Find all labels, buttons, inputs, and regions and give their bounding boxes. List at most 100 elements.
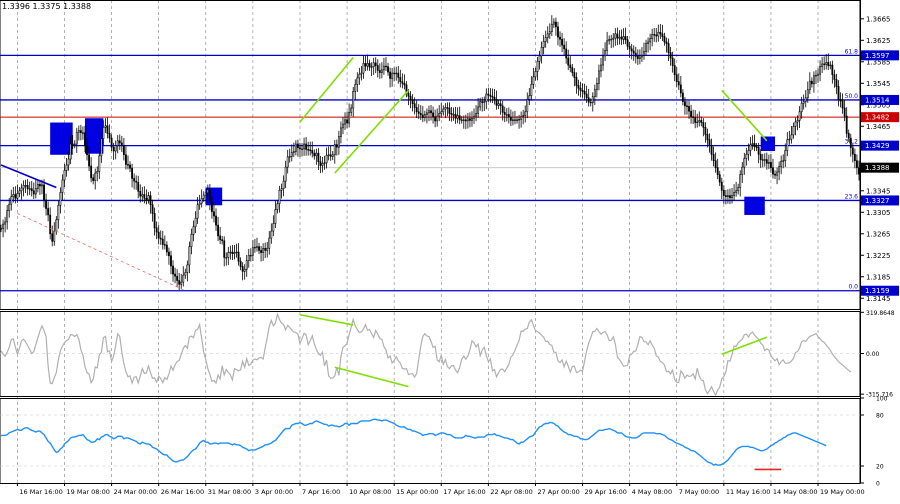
candle-body bbox=[16, 193, 19, 199]
candle-body bbox=[675, 74, 678, 82]
candle-body bbox=[180, 281, 183, 285]
candle-body bbox=[438, 113, 441, 117]
candle-body bbox=[354, 84, 357, 92]
fib-level-percent: 0.0 bbox=[848, 284, 858, 291]
candle-body bbox=[481, 101, 484, 103]
candle-body bbox=[383, 65, 385, 71]
candle-body bbox=[800, 102, 803, 113]
candle-body bbox=[528, 95, 531, 100]
candle-body bbox=[475, 113, 477, 117]
candle-body bbox=[636, 56, 639, 59]
candle-body bbox=[258, 246, 260, 251]
price-tick-label: 1.3225 bbox=[866, 252, 891, 260]
candle-body bbox=[751, 143, 754, 145]
candle-body bbox=[385, 65, 387, 68]
candle-body bbox=[450, 113, 453, 115]
candle-body bbox=[8, 203, 11, 211]
highlight-box[interactable] bbox=[744, 196, 765, 215]
candle-body bbox=[299, 147, 301, 150]
candle-body bbox=[151, 204, 154, 214]
time-tick-label: 31 Mar 08:00 bbox=[208, 488, 251, 496]
candle-body bbox=[593, 89, 596, 98]
candle-body bbox=[550, 23, 553, 33]
candle-body bbox=[290, 152, 293, 157]
candle-body bbox=[407, 93, 410, 97]
candle-body bbox=[303, 143, 305, 150]
candle-body bbox=[671, 57, 674, 66]
price-tick-label: 1.3665 bbox=[866, 15, 891, 23]
candle-body bbox=[544, 37, 547, 42]
candle-body bbox=[622, 36, 625, 40]
candle-body bbox=[645, 43, 647, 52]
candle-body bbox=[514, 119, 516, 121]
candle-body bbox=[774, 173, 776, 176]
candle-body bbox=[6, 210, 9, 223]
candle-body bbox=[600, 64, 602, 72]
candle-body bbox=[759, 153, 762, 160]
candle-body bbox=[100, 138, 103, 157]
candle-body bbox=[426, 112, 428, 115]
candle-body bbox=[837, 86, 840, 100]
price-tick-label: 1.3545 bbox=[866, 80, 891, 88]
candle-body bbox=[493, 96, 496, 100]
candle-body bbox=[372, 62, 375, 67]
candle-body bbox=[542, 41, 545, 48]
candle-body bbox=[307, 149, 310, 151]
candle-body bbox=[735, 190, 738, 193]
candle-body bbox=[139, 191, 142, 197]
candle-body bbox=[507, 114, 510, 118]
time-tick-label: 4 May 08:00 bbox=[632, 488, 672, 496]
highlight-box[interactable] bbox=[760, 136, 776, 152]
candle-body bbox=[352, 91, 355, 109]
candle-body bbox=[512, 119, 514, 121]
candle-body bbox=[77, 130, 80, 133]
candle-body bbox=[235, 251, 238, 254]
candle-body bbox=[720, 181, 723, 191]
candle-body bbox=[219, 235, 222, 240]
candle-body bbox=[460, 119, 463, 121]
fib-price-label: 1.3429 bbox=[865, 142, 890, 150]
candle-body bbox=[51, 233, 54, 242]
candle-body bbox=[18, 190, 21, 194]
candle-body bbox=[749, 144, 752, 151]
candle-body bbox=[776, 171, 778, 176]
fib-level-percent: 61.8 bbox=[845, 48, 859, 55]
time-tick-label: 22 Apr 08:00 bbox=[490, 488, 532, 496]
candle-body bbox=[464, 119, 467, 122]
candle-body bbox=[563, 44, 566, 50]
candle-body bbox=[417, 111, 420, 114]
candle-body bbox=[129, 164, 131, 169]
candle-body bbox=[82, 132, 84, 134]
candle-body bbox=[63, 170, 66, 181]
candle-body bbox=[260, 250, 262, 253]
candle-body bbox=[598, 70, 600, 84]
candle-body bbox=[36, 184, 39, 189]
candle-body bbox=[673, 65, 676, 75]
candle-body bbox=[690, 110, 692, 117]
candle-body bbox=[317, 152, 320, 163]
candle-body bbox=[684, 101, 686, 107]
chart-canvas[interactable]: 61.850.038.223.60.0 1.36651.36251.35851.… bbox=[0, 0, 900, 500]
candle-body bbox=[669, 52, 672, 59]
highlight-box[interactable] bbox=[50, 122, 73, 155]
candle-body bbox=[401, 81, 404, 84]
candle-body bbox=[86, 145, 88, 156]
candle-body bbox=[722, 189, 725, 196]
candle-body bbox=[745, 153, 748, 159]
candle-body bbox=[839, 99, 842, 102]
candle-body bbox=[297, 143, 299, 149]
candle-body bbox=[358, 73, 361, 79]
candle-body bbox=[536, 60, 539, 72]
candle-body bbox=[538, 55, 541, 62]
candle-body bbox=[178, 280, 181, 285]
candle-body bbox=[573, 72, 576, 78]
candle-body bbox=[344, 119, 346, 125]
time-tick-label: 24 Mar 00:00 bbox=[114, 488, 157, 496]
candle-body bbox=[327, 154, 330, 156]
time-tick-label: 19 May 00:00 bbox=[820, 488, 865, 496]
candle-body bbox=[225, 257, 228, 259]
candle-body bbox=[389, 71, 391, 79]
candle-body bbox=[92, 177, 95, 181]
candle-body bbox=[847, 132, 850, 139]
candle-body bbox=[702, 122, 705, 128]
